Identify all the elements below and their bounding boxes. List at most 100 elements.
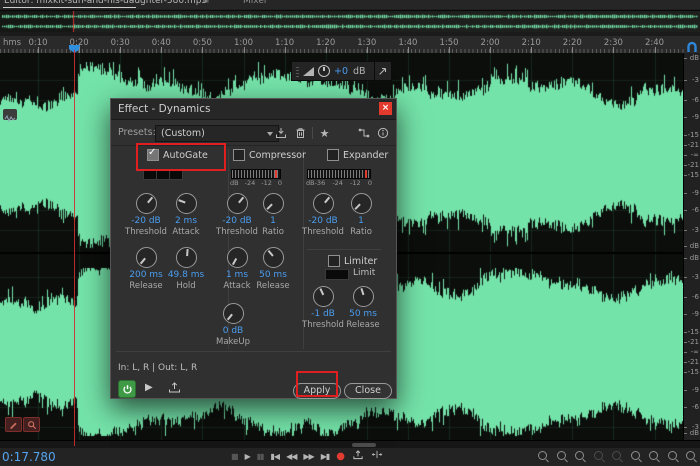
amplitude-ruler-right-channel[interactable]: dB -3 -6 -9 -15 -21 -∞ -21 -15 -9 -6 -3 dB	[683, 253, 700, 440]
knob-dial[interactable]	[226, 193, 248, 214]
knob-dial[interactable]	[312, 286, 334, 307]
zoom-in-amplitude-button[interactable]	[667, 450, 679, 462]
knob-label: Hold	[176, 281, 196, 291]
zoom-in-full-button[interactable]	[574, 450, 586, 462]
toolbar-separator	[312, 127, 313, 139]
divider	[116, 351, 391, 352]
ruler-unit-label: dB	[684, 255, 699, 262]
knob-dial[interactable]	[135, 193, 157, 214]
ruler-db-label: -21	[684, 339, 699, 346]
knob-dial[interactable]	[312, 193, 334, 214]
preview-play-button[interactable]: ▶	[145, 382, 153, 393]
hud-grip-icon[interactable]	[296, 65, 299, 77]
horizontal-zoom-scrollbar[interactable]	[352, 443, 376, 447]
dialog-close-button[interactable]: ×	[379, 102, 392, 115]
knob-dial[interactable]	[262, 247, 284, 268]
record-button[interactable]: ●	[336, 449, 345, 465]
skip-to-start-button[interactable]: ▮◀	[271, 449, 281, 465]
knob-value[interactable]: 49.8 ms	[160, 270, 212, 280]
loop-playback-button[interactable]	[352, 449, 364, 466]
presets-dropdown[interactable]: (Custom)	[155, 125, 279, 142]
play-button[interactable]: ▶	[245, 449, 251, 465]
tab-editor[interactable]: Editor: mixkit-sun-and-his-daughter-580.…	[4, 0, 207, 6]
knob-dial[interactable]	[222, 303, 244, 324]
ruler-db-label: -∞	[684, 349, 699, 356]
overview-waveform-strip[interactable]	[0, 10, 700, 33]
knob-value[interactable]: 2 ms	[160, 216, 212, 226]
knob-autogate-attack: 2 ms Attack	[160, 193, 212, 237]
zoom-out-time-button[interactable]	[556, 450, 568, 462]
ruler-db-label: -6	[684, 294, 699, 301]
knob-dial[interactable]	[350, 193, 372, 214]
gain-hud[interactable]: +0 dB	[291, 61, 381, 81]
magnifier-icon	[538, 451, 547, 460]
overview-waveform[interactable]	[0, 11, 700, 32]
save-preset-icon[interactable]	[273, 126, 288, 140]
zoom-in-time-button[interactable]	[537, 450, 549, 462]
knob-dial[interactable]	[262, 193, 284, 214]
knob-dial[interactable]	[175, 193, 197, 214]
divider	[307, 249, 381, 250]
knob-dial[interactable]	[352, 286, 374, 307]
playhead-line[interactable]	[74, 50, 75, 446]
knob-value[interactable]: 1	[335, 216, 387, 226]
amplitude-ruler-left-channel[interactable]: dB -3 -6 -9 -15 -21 -∞ -21 -15 -9 -6 -3 dB	[683, 53, 700, 253]
close-button[interactable]: Close	[344, 383, 392, 399]
ruler-db-label: -6	[684, 97, 699, 104]
expander-checkbox[interactable]	[327, 149, 339, 161]
delete-preset-icon[interactable]	[293, 126, 308, 140]
volume-ramp-icon	[303, 66, 314, 76]
magnifier-icon	[556, 451, 566, 460]
overlay-zoom-icon-button[interactable]	[23, 417, 40, 432]
knob-dial[interactable]	[226, 247, 248, 268]
zoom-to-selection-button[interactable]	[611, 450, 623, 462]
expander-checkbox-row: Expander	[327, 149, 388, 161]
favorite-star-icon[interactable]: ★	[317, 126, 332, 140]
ruler-unit-label: dB	[684, 55, 699, 62]
io-channels-text: In: L, R | Out: L, R	[118, 363, 198, 373]
effect-power-button[interactable]	[118, 380, 136, 398]
active-tab-underline	[3, 7, 136, 8]
knob-compressor-release: 50 ms Release	[247, 247, 299, 291]
effect-dynamics-dialog: Effect - Dynamics × Presets: (Custom) ★	[110, 98, 397, 399]
ruler-db-label: -15	[684, 369, 699, 376]
hud-pin-button[interactable]	[374, 61, 392, 81]
presets-label: Presets:	[118, 127, 156, 138]
hud-gain-value[interactable]: +0	[334, 66, 348, 77]
knob-limiter-release: 50 ms Release	[337, 286, 389, 330]
zoom-to-in-point-button[interactable]	[630, 450, 642, 462]
rewind-button[interactable]: ◀◀	[286, 449, 297, 465]
limiter-label: Limiter	[344, 255, 378, 267]
zoom-to-out-point-button[interactable]	[648, 450, 660, 462]
zoom-out-amplitude-button[interactable]	[685, 450, 697, 462]
gain-knob-icon[interactable]	[318, 65, 330, 77]
skip-to-end-button[interactable]: ▶▮	[321, 449, 331, 465]
tab-mixer[interactable]: Mixer	[243, 0, 268, 6]
compressor-checkbox[interactable]	[233, 149, 245, 161]
zoom-out-full-button[interactable]	[593, 450, 605, 462]
preview-output-icon[interactable]	[168, 381, 181, 397]
pause-button[interactable]: ▮▮	[257, 449, 265, 465]
skip-selection-button[interactable]	[371, 449, 383, 466]
fast-forward-button[interactable]: ▶▶	[303, 449, 314, 465]
knob-label: Ratio	[262, 227, 284, 237]
knob-label: MakeUp	[215, 337, 250, 347]
ruler-db-label: -9	[684, 190, 699, 197]
routing-icon[interactable]	[356, 126, 371, 140]
time-display[interactable]: 0:17.780	[2, 450, 56, 464]
knob-dial[interactable]	[175, 247, 197, 268]
stop-button[interactable]: ■	[231, 449, 239, 465]
limiter-checkbox[interactable]	[328, 255, 340, 267]
knob-value[interactable]: 50 ms	[337, 309, 389, 319]
zoom-buttons	[537, 450, 697, 462]
knob-dial[interactable]	[135, 247, 157, 268]
knob-value[interactable]: 0 dB	[207, 326, 259, 336]
knob-value[interactable]: 1	[247, 216, 299, 226]
overlay-edit-icon-button[interactable]	[5, 417, 22, 432]
info-icon[interactable]	[375, 126, 390, 140]
knob-value[interactable]: 50 ms	[247, 270, 299, 280]
timeline-ruler[interactable]: hms 0:10 0:20 0:30 0:40 0:50 1:00 1:10 1:20 1:30…	[0, 36, 700, 54]
panel-menu-icon[interactable]: ≡	[202, 0, 210, 6]
dialog-titlebar[interactable]: Effect - Dynamics ×	[111, 99, 396, 120]
waveform-overlay-buttons	[5, 417, 40, 432]
